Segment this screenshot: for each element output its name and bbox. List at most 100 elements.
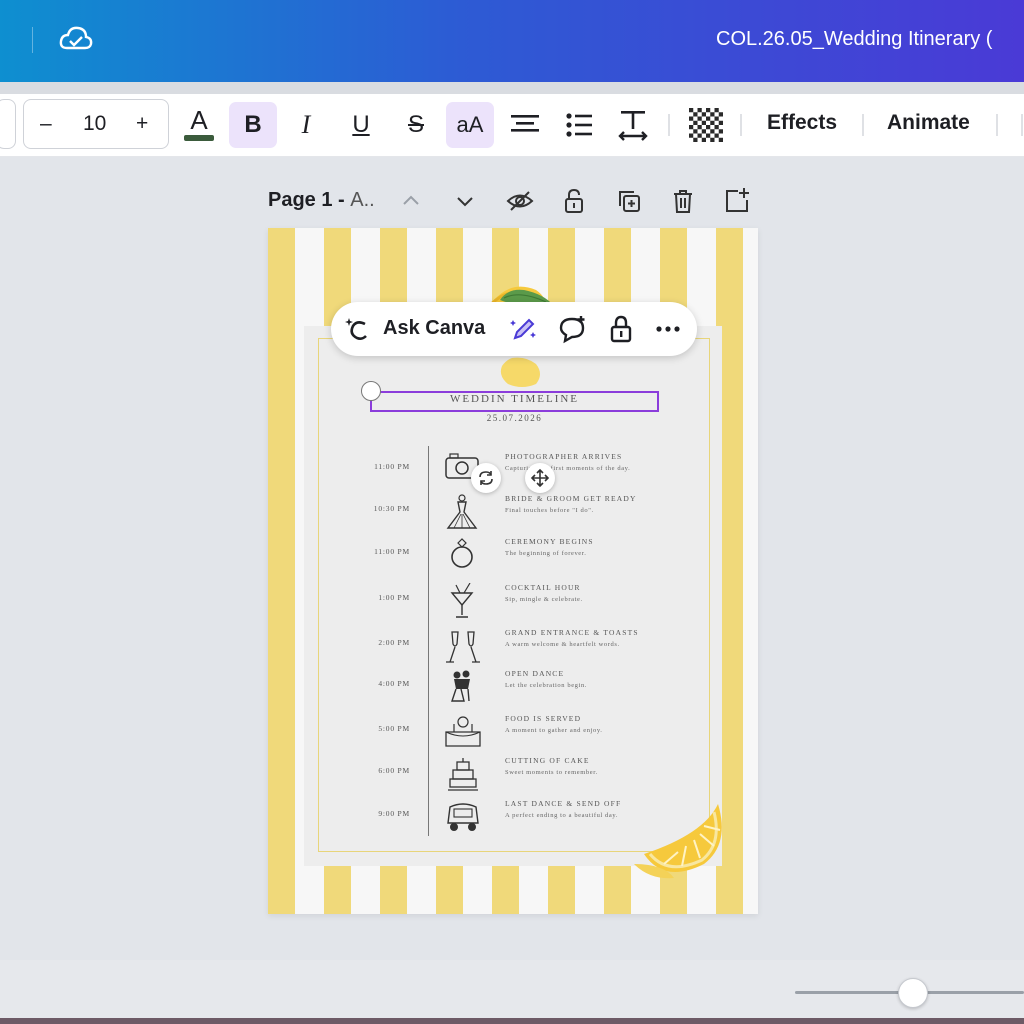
hide-eye-icon[interactable] xyxy=(505,186,535,216)
dining-table-icon xyxy=(445,716,481,747)
event-title: CEREMONY BEGINS xyxy=(505,537,594,546)
selection-box[interactable] xyxy=(370,391,659,412)
event-title: LAST DANCE & SEND OFF xyxy=(505,799,622,808)
timeline-row[interactable]: 4:00 PM OPEN DANCE Let the celebration b… xyxy=(348,669,678,709)
chevron-up-icon[interactable] xyxy=(396,186,426,216)
dancing-couple-icon xyxy=(451,670,470,702)
timeline-row[interactable]: 2:00 PM GRAND ENTRANCE & TOASTS A warm w… xyxy=(348,628,678,668)
event-description: A perfect ending to a beautiful day. xyxy=(505,812,619,819)
event-description: Capturing the first moments of the day. xyxy=(505,465,631,472)
animate-button[interactable]: Animate xyxy=(887,111,970,135)
move-arrows-icon xyxy=(530,468,550,488)
more-options-icon[interactable] xyxy=(653,314,683,344)
event-title: OPEN DANCE xyxy=(505,669,565,678)
effects-button[interactable]: Effects xyxy=(767,111,837,135)
rotate-icon xyxy=(479,471,493,485)
event-time: 11:00 PM xyxy=(374,462,410,471)
strikethrough-button[interactable]: S xyxy=(396,102,436,148)
event-time: 2:00 PM xyxy=(378,638,410,647)
transparency-icon[interactable] xyxy=(689,108,723,142)
timeline-row[interactable]: 1:00 PM COCKTAIL HOUR Sip, mingle & cele… xyxy=(348,583,678,623)
wedding-date[interactable]: 25.07.2026 xyxy=(370,413,659,423)
ask-canva-button[interactable]: Ask Canva xyxy=(383,317,485,340)
event-time: 6:00 PM xyxy=(378,766,410,775)
toolbar-gap xyxy=(0,82,1024,94)
increase-font-button[interactable]: + xyxy=(136,112,148,136)
cocktail-icon xyxy=(450,583,474,618)
font-size-stepper[interactable]: – 10 + xyxy=(23,99,169,149)
font-size-input[interactable]: 10 xyxy=(83,112,106,136)
event-time: 4:00 PM xyxy=(378,679,410,688)
trash-icon[interactable] xyxy=(668,186,698,216)
ask-canva-toolbar: Ask Canva xyxy=(331,302,697,356)
align-center-icon[interactable] xyxy=(509,111,541,139)
text-color-glyph: A xyxy=(190,105,208,135)
bold-button[interactable]: B xyxy=(229,102,277,148)
divider xyxy=(668,114,670,136)
event-title: PHOTOGRAPHER ARRIVES xyxy=(505,452,623,461)
divider xyxy=(1021,114,1023,136)
rotate-handle[interactable] xyxy=(471,463,501,493)
timeline-row[interactable]: 6:00 PM CUTTING OF CAKE Sweet moments to… xyxy=(348,756,678,796)
divider xyxy=(32,27,33,53)
magic-edit-pencil-icon[interactable] xyxy=(509,314,539,344)
decrease-font-button[interactable]: – xyxy=(40,112,52,136)
event-title: CUTTING OF CAKE xyxy=(505,756,590,765)
zoom-slider-handle[interactable] xyxy=(898,978,928,1008)
page-header: Page 1 - A.. xyxy=(268,186,768,216)
event-title: COCKTAIL HOUR xyxy=(505,583,581,592)
event-description: Final touches before "I do". xyxy=(505,507,594,514)
divider xyxy=(996,114,998,136)
event-description: Sip, mingle & celebrate. xyxy=(505,596,583,603)
event-time: 1:00 PM xyxy=(378,593,410,602)
font-family-dropdown[interactable] xyxy=(0,99,16,149)
event-description: The beginning of forever. xyxy=(505,550,587,557)
cloud-sync-icon[interactable] xyxy=(58,22,94,56)
lock-icon[interactable] xyxy=(606,314,636,344)
move-handle[interactable] xyxy=(525,463,555,493)
italic-button[interactable]: I xyxy=(286,102,326,148)
champagne-icon xyxy=(446,631,480,663)
bullet-list-icon[interactable] xyxy=(564,110,594,140)
resize-handle[interactable] xyxy=(361,381,381,401)
event-description: Sweet moments to remember. xyxy=(505,769,598,776)
chevron-down-icon[interactable] xyxy=(450,186,480,216)
taskbar-edge xyxy=(0,1018,1024,1024)
timeline-row[interactable]: 11:00 PM CEREMONY BEGINS The beginning o… xyxy=(348,537,678,577)
page-title[interactable]: Page 1 - A.. xyxy=(268,189,375,212)
lock-icon[interactable] xyxy=(559,186,589,216)
event-description: A warm welcome & heartfelt words. xyxy=(505,641,620,648)
canva-ai-sparkle-icon[interactable] xyxy=(343,314,373,344)
duplicate-page-icon[interactable] xyxy=(614,186,644,216)
ring-icon xyxy=(451,538,473,568)
letter-case-button[interactable]: aA xyxy=(446,102,494,148)
text-color-swatch xyxy=(184,135,214,141)
page-name: A.. xyxy=(350,189,375,211)
event-description: Let the celebration begin. xyxy=(505,682,588,689)
car-icon xyxy=(447,803,479,831)
timeline-row[interactable]: 9:00 PM LAST DANCE & SEND OFF A perfect … xyxy=(348,799,678,839)
timeline-row[interactable]: 11:00 PM PHOTOGRAPHER ARRIVES Capturing … xyxy=(348,452,678,492)
text-color-button[interactable]: A xyxy=(180,102,218,146)
dress-icon xyxy=(446,494,478,529)
add-page-icon[interactable] xyxy=(722,186,752,216)
event-time: 5:00 PM xyxy=(378,724,410,733)
underline-button[interactable]: U xyxy=(341,102,381,148)
timeline-row[interactable]: 5:00 PM FOOD IS SERVED A moment to gathe… xyxy=(348,714,678,754)
event-title: BRIDE & GROOM GET READY xyxy=(505,494,637,503)
divider xyxy=(740,114,742,136)
spacing-icon[interactable] xyxy=(617,108,649,142)
add-comment-icon[interactable] xyxy=(557,314,587,344)
document-title[interactable]: COL.26.05_Wedding Itinerary ( xyxy=(716,28,992,51)
text-toolbar: – 10 + A B I U S aA Effects Animate xyxy=(0,94,1024,157)
cake-icon xyxy=(448,758,478,791)
event-time: 11:00 PM xyxy=(374,547,410,556)
event-title: FOOD IS SERVED xyxy=(505,714,582,723)
event-time: 10:30 PM xyxy=(373,504,410,513)
event-description: A moment to gather and enjoy. xyxy=(505,727,603,734)
event-time: 9:00 PM xyxy=(378,809,410,818)
top-app-bar: COL.26.05_Wedding Itinerary ( xyxy=(0,0,1024,82)
timeline-row[interactable]: 10:30 PM BRIDE & GROOM GET READY Final t… xyxy=(348,494,678,534)
event-title: GRAND ENTRANCE & TOASTS xyxy=(505,628,639,637)
page-number-label: Page 1 - xyxy=(268,189,351,211)
